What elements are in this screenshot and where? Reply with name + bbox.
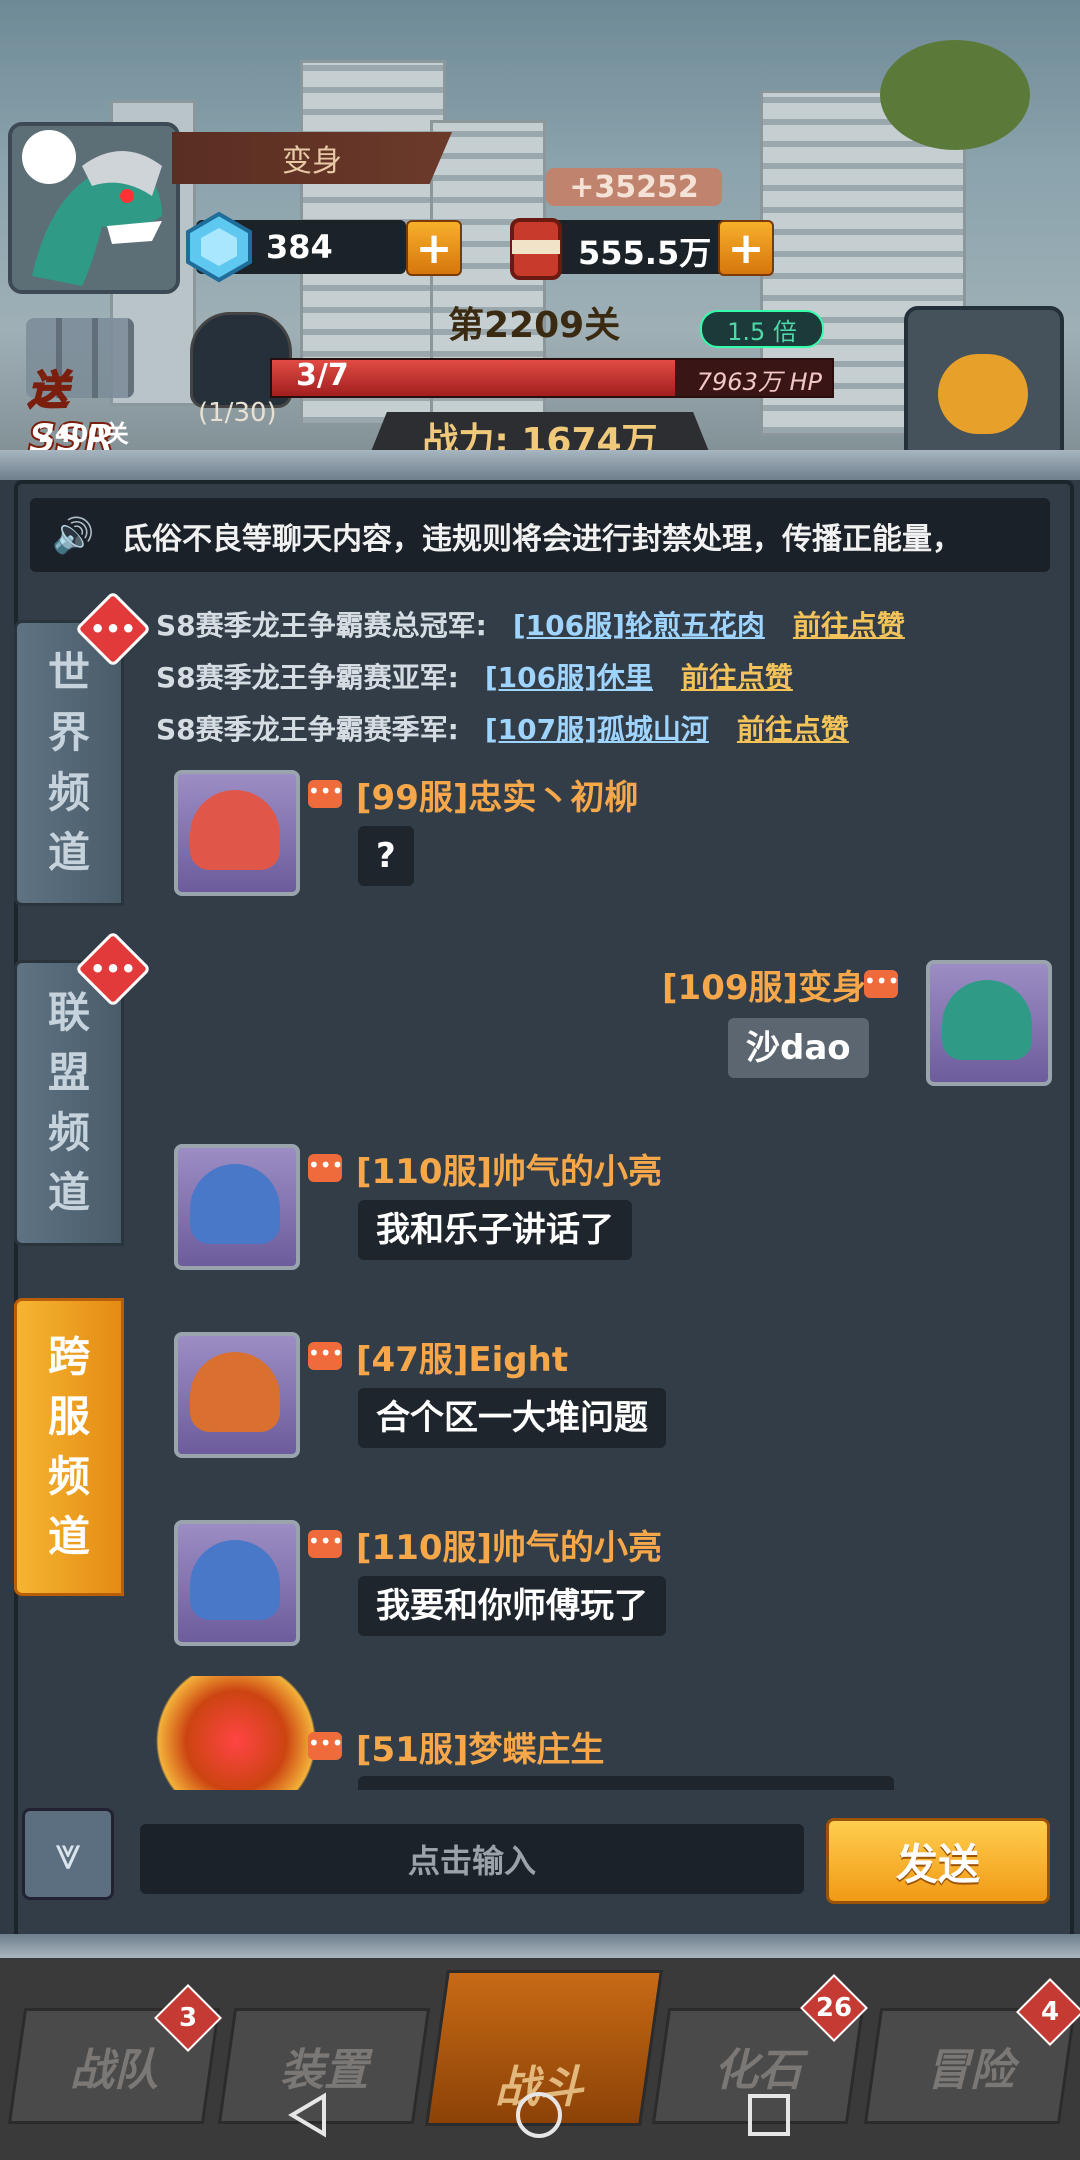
gem-icon [186, 211, 252, 283]
avatar[interactable] [174, 1144, 300, 1270]
tab-label-char: 道 [47, 1512, 90, 1561]
chat-message: ••• [47服]Eight 合个区一大堆问题 [126, 1332, 1026, 1462]
tab-cross-server-channel[interactable]: 跨 服 频 道 [14, 1298, 124, 1596]
legendary-avatar-frame[interactable] [146, 1676, 326, 1790]
tab-label-char: 界 [47, 708, 90, 757]
message-bubble: ? [358, 826, 414, 886]
announcement-title: S8赛季龙王争霸赛季军: [156, 713, 459, 746]
sender-name: [110服]帅气的小亮 [356, 1528, 663, 1568]
boss-hp-text: 7963万 HP [696, 368, 822, 396]
chat-bubble-icon: ••• [308, 1732, 343, 1760]
tab-label-char: 盟 [47, 1048, 90, 1097]
scroll-to-bottom-button[interactable]: ⩔ [22, 1808, 114, 1900]
avatar[interactable] [174, 1332, 300, 1458]
like-link[interactable]: 前往点赞 [737, 713, 849, 746]
like-link[interactable]: 前往点赞 [681, 661, 793, 694]
boss-progress: 3/7 [296, 358, 349, 393]
gem-count: 384 [266, 228, 333, 266]
sender-name: [99服]忠实丶初柳 [356, 778, 639, 818]
speed-toggle[interactable]: 1.5 倍 [700, 310, 824, 348]
dino-avatar-icon [190, 1540, 280, 1620]
announcement-server-link[interactable]: [107服]孤城山河 [485, 713, 709, 746]
stage-label: 第2209关 [448, 305, 621, 346]
panel-bottom-frame [0, 1934, 1080, 1958]
message-bubble: 我要和你师傅玩了 [358, 1576, 666, 1636]
notice-text: 氐俗不良等聊天内容，违规则将会进行封禁处理，传播正能量， [122, 522, 962, 557]
add-gems-button[interactable]: + [406, 220, 462, 276]
tab-label-char: 道 [47, 828, 90, 877]
chat-message: ••• [51服]梦蝶庄生 [126, 1676, 1026, 1790]
dino-avatar-icon [942, 980, 1032, 1060]
system-navigation-bar [0, 2060, 1080, 2160]
dino-avatar-icon [190, 790, 280, 870]
recents-icon[interactable] [744, 2090, 794, 2140]
announcement-server-link[interactable]: [106服]轮煎五花肉 [513, 609, 765, 642]
coin-gain-tag: +35252 [546, 168, 722, 206]
notice-bar: 🔊 氐俗不良等聊天内容，违规则将会进行封禁处理，传播正能量， [30, 498, 1050, 572]
top-hud: 变身 384 + +35252 555.5万 + 第2209关 1.5 倍 3/… [0, 0, 1080, 466]
speaker-icon: 🔊 [52, 516, 95, 556]
tab-label-char: 联 [47, 988, 90, 1037]
chat-bubble-icon: ••• [308, 1530, 343, 1558]
chat-bubble-icon: ••• [308, 1154, 343, 1182]
sender-name: [110服]帅气的小亮 [356, 1152, 663, 1192]
coin-can-icon [510, 218, 562, 280]
dino-avatar-icon [190, 1352, 280, 1432]
announcement-row: S8赛季龙王争霸赛亚军: [106服]休里 前往点赞 [156, 656, 793, 696]
coin-count: 555.5万 [578, 234, 712, 272]
chest-icon [938, 354, 1028, 434]
ssr-stage: 2400关 [38, 420, 129, 448]
badge-count: 4 [1040, 1997, 1060, 2027]
chat-input[interactable]: 点击输入 [140, 1824, 804, 1894]
reward-chest-button[interactable] [904, 306, 1064, 466]
message-bubble [358, 1776, 894, 1790]
tab-label-char: 跨 [47, 1332, 90, 1381]
avatar[interactable] [174, 770, 300, 896]
tab-label-char: 服 [47, 1392, 90, 1441]
wave-counter: (1/30) [198, 398, 277, 428]
ssr-gift[interactable]: 送SSR 2400关 [22, 318, 146, 463]
badge-count: 3 [178, 2003, 198, 2033]
like-link[interactable]: 前往点赞 [793, 609, 905, 642]
chat-message: ••• [110服]帅气的小亮 我要和你师傅玩了 [126, 1520, 1026, 1650]
announcement-title: S8赛季龙王争霸赛亚军: [156, 661, 459, 694]
status-dot [22, 130, 76, 184]
back-icon[interactable] [284, 2090, 334, 2140]
chat-bubble-icon: ••• [864, 970, 899, 998]
message-bubble: 沙dao [728, 1018, 869, 1078]
panel-top-frame [0, 450, 1080, 480]
sender-name: [109服]变身 [662, 968, 867, 1008]
chat-list[interactable]: S8赛季龙王争霸赛总冠军: [106服]轮煎五花肉 前往点赞 S8赛季龙王争霸赛亚军… [126, 590, 1056, 1790]
avatar[interactable] [174, 1520, 300, 1646]
message-bubble: 合个区一大堆问题 [358, 1388, 666, 1448]
chat-message: ••• [110服]帅气的小亮 我和乐子讲话了 [126, 1144, 1026, 1274]
player-name: 变身 [172, 132, 452, 184]
chat-bubble-icon: ••• [308, 1342, 343, 1370]
sender-name: [51服]梦蝶庄生 [356, 1730, 605, 1770]
tab-alliance-channel[interactable]: 联 盟 频 道 [14, 960, 124, 1246]
add-coins-button[interactable]: + [718, 220, 774, 276]
message-bubble: 我和乐子讲话了 [358, 1200, 632, 1260]
send-button[interactable]: 发送 [826, 1818, 1050, 1904]
tab-world-channel[interactable]: 世 界 频 道 [14, 620, 124, 906]
double-chevron-down-icon: ⩔ [55, 1826, 81, 1880]
tab-label-char: 世 [47, 648, 90, 697]
avatar[interactable] [926, 960, 1052, 1086]
sender-name: [47服]Eight [356, 1340, 569, 1380]
badge-count: 26 [815, 1993, 853, 2023]
home-icon[interactable] [514, 2090, 564, 2140]
chat-bubble-icon: ••• [308, 780, 343, 808]
tab-label-char: 道 [47, 1168, 90, 1217]
chat-input-row: ⩔ 点击输入 发送 [14, 1800, 1066, 1918]
chat-message: ••• [99服]忠实丶初柳 ? [126, 770, 1026, 900]
announcement-row: S8赛季龙王争霸赛季军: [107服]孤城山河 前往点赞 [156, 708, 849, 748]
announcement-row: S8赛季龙王争霸赛总冠军: [106服]轮煎五花肉 前往点赞 [156, 604, 905, 644]
chat-message-mine: [109服]变身 ••• 沙dao [126, 960, 1056, 1090]
tab-label-char: 频 [47, 768, 90, 817]
tab-label-char: 频 [47, 1108, 90, 1157]
tab-label-char: 频 [47, 1452, 90, 1501]
dino-avatar-icon [190, 1164, 280, 1244]
announcement-title: S8赛季龙王争霸赛总冠军: [156, 609, 487, 642]
announcement-server-link[interactable]: [106服]休里 [485, 661, 653, 694]
